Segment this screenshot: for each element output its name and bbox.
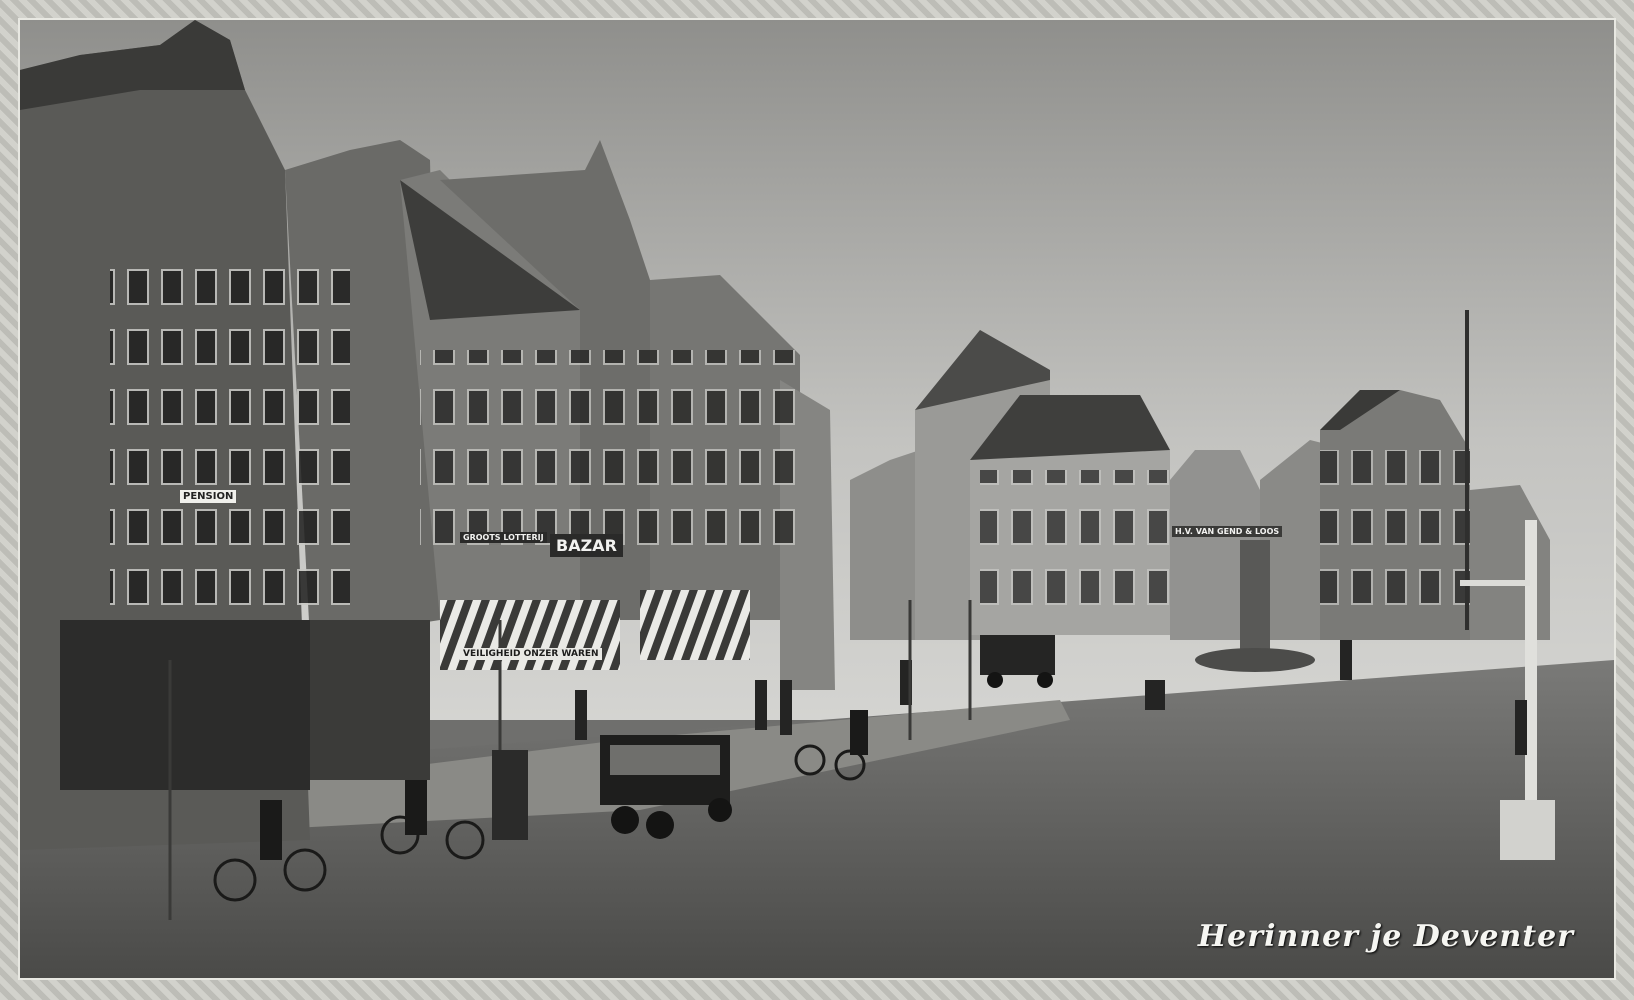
lottery-sign: GROOTS LOTTERIJ (460, 532, 547, 543)
photograph: PENSION GROOTS LOTTERIJ BAZAR VEILIGHEID… (20, 20, 1614, 978)
watermark-logo: Herinner je Deventer (1197, 919, 1574, 954)
shipping-company-sign: H.V. VAN GEND & LOOS (1172, 526, 1283, 537)
pension-sign: PENSION (180, 490, 237, 503)
bazar-sign: BAZAR (550, 534, 623, 557)
awning-sign: VEILIGHEID ONZER WAREN (460, 648, 602, 660)
street-scene (20, 20, 1614, 978)
tree-guard (492, 750, 528, 840)
